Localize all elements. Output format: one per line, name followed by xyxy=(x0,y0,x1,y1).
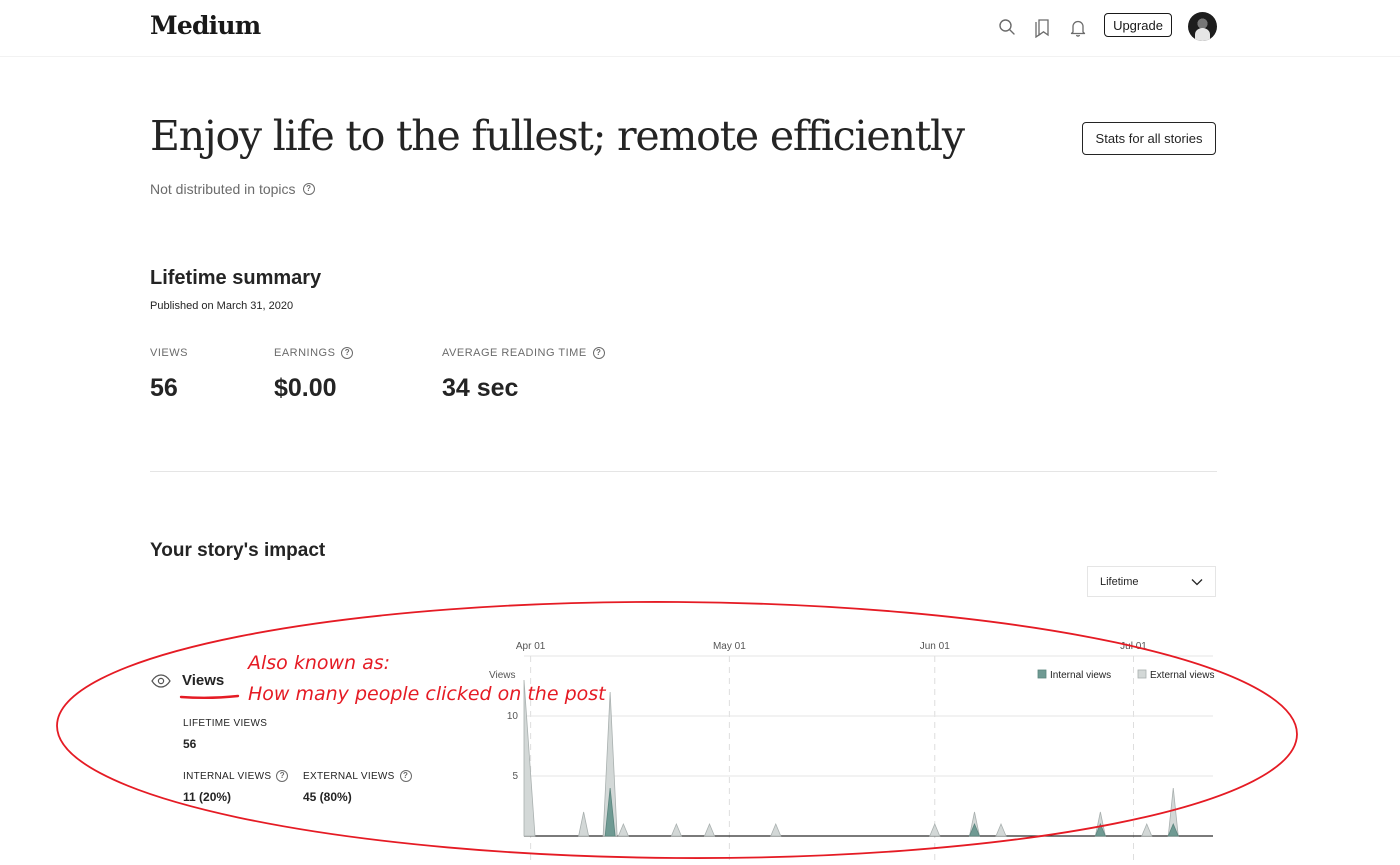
top-bar: Medium Upgrade xyxy=(0,0,1400,57)
search-icon[interactable] xyxy=(996,16,1018,38)
impact-heading: Your story's impact xyxy=(150,540,326,561)
external-views-label: EXTERNAL VIEWS ? xyxy=(303,770,412,782)
external-views-peak xyxy=(995,822,1007,837)
views-title: Views xyxy=(182,672,225,689)
external-views-peak xyxy=(617,822,629,837)
external-views-peak xyxy=(929,822,941,837)
annotation-line-2: How many people clicked on the post xyxy=(248,683,606,705)
period-select[interactable]: Lifetime xyxy=(1087,566,1216,597)
topics-status-text: Not distributed in topics xyxy=(150,181,296,197)
stats-for-all-stories-button[interactable]: Stats for all stories xyxy=(1082,122,1216,155)
earnings-metric-label-text: EARNINGS xyxy=(274,347,336,359)
chevron-down-icon xyxy=(1191,578,1203,585)
earnings-metric-value: $0.00 xyxy=(274,374,337,402)
external-views-value: 45 (80%) xyxy=(303,790,352,804)
internal-views-label: INTERNAL VIEWS ? xyxy=(183,770,289,782)
y-axis-label: Views xyxy=(489,670,516,681)
x-tick-label: Jun 01 xyxy=(920,641,950,652)
annotation-line-1: Also known as: xyxy=(248,652,391,674)
topics-status: Not distributed in topics ? xyxy=(150,181,315,197)
external-views-peak xyxy=(703,822,716,837)
external-views-peak xyxy=(578,811,590,837)
period-select-value: Lifetime xyxy=(1100,575,1139,588)
external-views-label-text: EXTERNAL VIEWS xyxy=(303,770,395,782)
lifetime-views-label: LIFETIME VIEWS xyxy=(183,718,267,729)
legend-swatch xyxy=(1137,669,1147,679)
earnings-help-icon[interactable]: ? xyxy=(341,347,354,359)
lifetime-summary-heading: Lifetime summary xyxy=(150,267,322,289)
x-tick-label: Jul 01 xyxy=(1120,641,1147,652)
external-views-help-icon[interactable]: ? xyxy=(399,770,412,782)
views-metric-label-text: VIEWS xyxy=(150,347,188,359)
external-views-peak xyxy=(1141,822,1153,837)
avatar[interactable] xyxy=(1188,12,1217,41)
y-tick-label: 10 xyxy=(507,711,519,722)
earnings-metric-label: EARNINGS ? xyxy=(274,347,354,359)
reading-time-metric-value: 34 sec xyxy=(442,374,519,402)
external-views-peak xyxy=(670,822,682,837)
annotation-underline xyxy=(179,694,240,699)
help-icon[interactable]: ? xyxy=(302,183,315,195)
lifetime-views-label-text: LIFETIME VIEWS xyxy=(183,718,268,729)
published-date: Published on March 31, 2020 xyxy=(150,300,294,312)
bookmark-icon[interactable] xyxy=(1031,16,1053,38)
reading-time-metric-label-text: AVERAGE READING TIME xyxy=(442,347,587,359)
views-metric-value: 56 xyxy=(150,374,178,402)
views-chart: Apr 01 May 01 Jun 01 Jul 01 5 10 Views Internal… xyxy=(489,641,1214,865)
internal-views-help-icon[interactable]: ? xyxy=(276,770,289,782)
external-views-peak xyxy=(770,822,782,837)
internal-views-value: 11 (20%) xyxy=(183,790,232,804)
legend-swatch xyxy=(1037,669,1047,679)
upgrade-button[interactable]: Upgrade xyxy=(1104,13,1172,37)
lifetime-views-value: 56 xyxy=(183,737,197,751)
bell-icon[interactable] xyxy=(1067,16,1089,38)
x-tick-label: May 01 xyxy=(713,641,746,652)
page-title: Enjoy life to the fullest; remote effici… xyxy=(150,112,965,160)
medium-logo[interactable]: Medium xyxy=(150,11,261,40)
y-tick-label: 5 xyxy=(512,771,518,782)
views-header: Views xyxy=(151,672,224,689)
eye-icon xyxy=(151,673,171,688)
legend-label: External views xyxy=(1150,670,1214,681)
internal-views-label-text: INTERNAL VIEWS xyxy=(183,770,272,782)
legend-label: Internal views xyxy=(1050,670,1111,681)
reading-time-metric-label: AVERAGE READING TIME ? xyxy=(442,347,605,359)
x-tick-label: Apr 01 xyxy=(516,641,546,652)
divider xyxy=(150,471,1217,472)
views-metric-label: VIEWS xyxy=(150,347,188,359)
reading-time-help-icon[interactable]: ? xyxy=(592,347,605,359)
